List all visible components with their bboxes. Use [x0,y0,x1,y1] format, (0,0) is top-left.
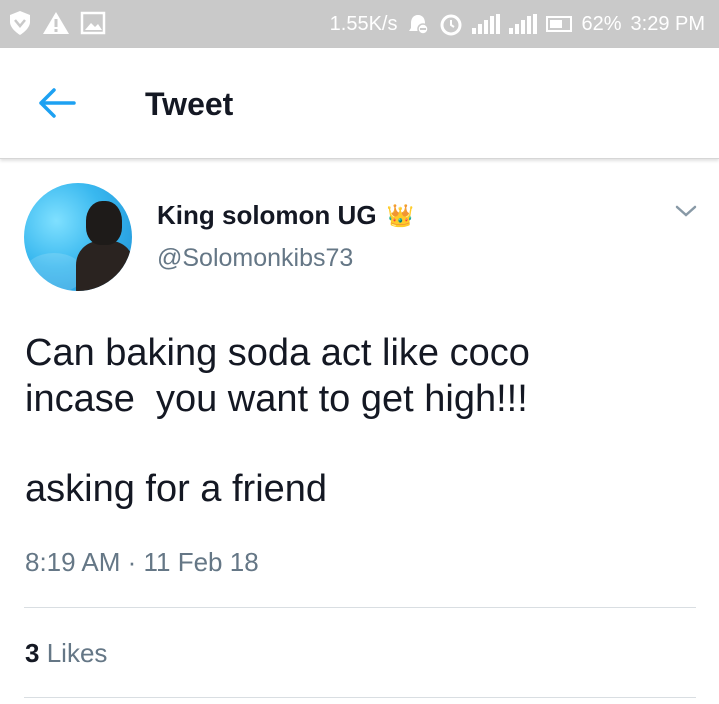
alarm-off-icon [409,15,430,35]
shield-icon [10,11,30,35]
likes-label: Likes [46,638,108,668]
author-handle[interactable]: @Solomonkibs73 [157,244,353,273]
divider [24,697,696,698]
avatar[interactable] [24,183,132,291]
chevron-down-icon[interactable] [674,202,698,220]
likes-count: 3 [25,638,40,668]
author-name-row[interactable]: King solomon UG 👑 [157,200,414,231]
divider [24,607,696,608]
warning-icon [43,12,69,34]
status-bar: 1.55K/s 62% 3:29 PM [0,0,719,48]
likes-stat[interactable]: 3 Likes [25,638,107,669]
tweet-text-line: Can baking soda act like coco [25,332,530,374]
battery-percent: 62% [581,12,622,35]
signal-icon [472,14,501,34]
tweet-text: Can baking soda act like coco incase you… [25,330,705,512]
app-header: Tweet [0,48,719,159]
image-icon [80,11,106,35]
tweet-timestamp: 8:19 AM · 11 Feb 18 [25,547,259,577]
author-name[interactable]: King solomon UG [157,200,377,231]
alarm-icon [440,14,462,36]
tweet-text-line: asking for a friend [25,468,328,510]
page-title: Tweet [145,86,234,122]
battery-icon [546,16,573,32]
net-speed: 1.55K/s [329,12,398,35]
tweet-text-line: incase you want to get high!!! [25,378,528,420]
back-arrow-icon[interactable] [36,86,76,120]
signal-e-icon [509,14,538,34]
clock: 3:29 PM [630,12,705,35]
crown-icon: 👑 [386,202,414,228]
